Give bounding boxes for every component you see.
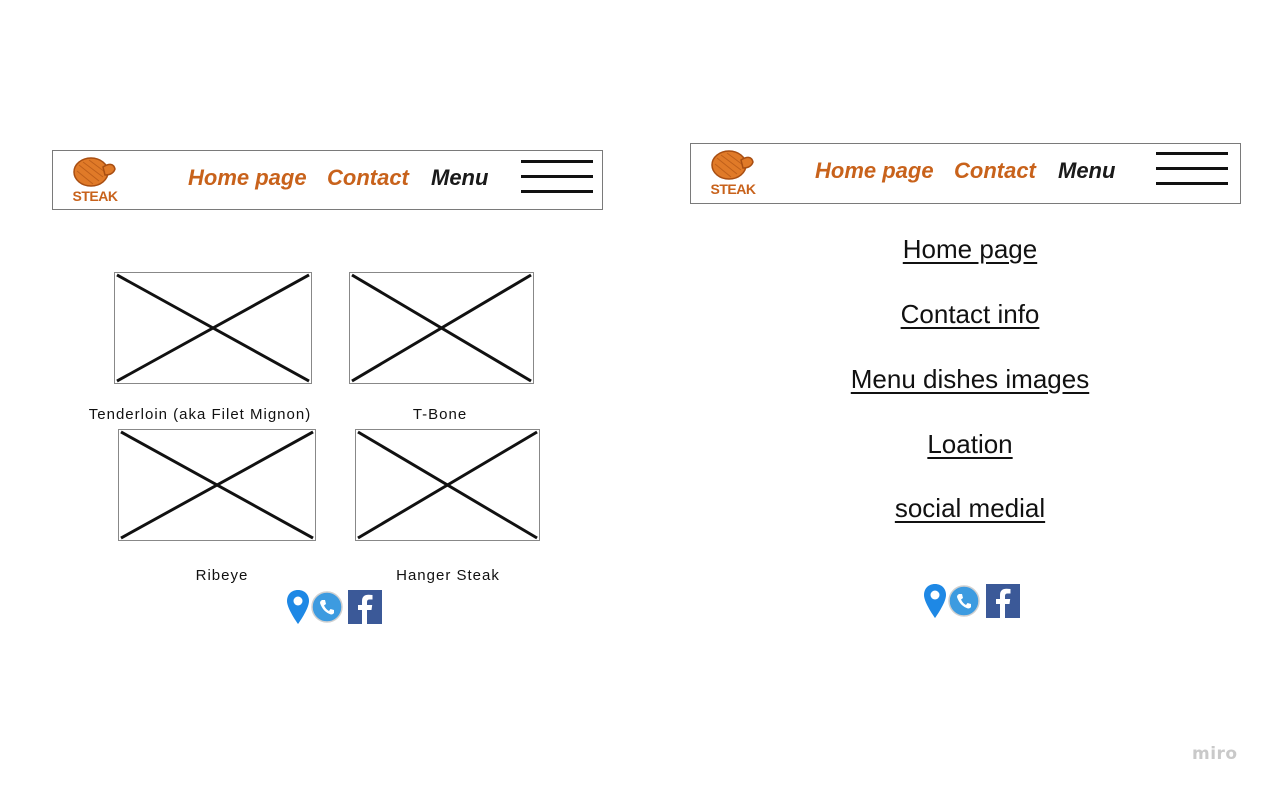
navbar-left: STEAK Home page Contact Menu [52,150,603,210]
nav-menu-link[interactable]: Menu [1058,158,1115,184]
dish-image-placeholder [118,429,316,541]
dish-caption: Tenderloin (aka Filet Mignon) [88,406,312,423]
logo-text: STEAK [710,181,756,197]
steak-logo-icon [73,157,116,187]
navbar-right: STEAK Home page Contact Menu [690,143,1241,204]
hamburger-menu-icon[interactable] [521,160,593,194]
phone-icon[interactable] [948,585,980,617]
dish-caption: Ribeye [195,567,249,584]
nav-home-link[interactable]: Home page [188,165,307,191]
dish-image-placeholder [349,272,534,384]
facebook-icon[interactable] [348,590,382,624]
steak-logo[interactable]: STEAK [69,155,129,203]
steak-logo[interactable]: STEAK [707,148,767,196]
phone-icon[interactable] [311,591,343,623]
nav-contact-link[interactable]: Contact [327,165,409,191]
miro-watermark: miro [1192,744,1238,764]
nav-home-link[interactable]: Home page [815,158,934,184]
logo-text: STEAK [72,188,118,204]
dish-image-placeholder [114,272,312,384]
location-pin-icon[interactable] [286,589,310,625]
menu-item-menu-dishes-images[interactable]: Menu dishes images [820,364,1120,394]
menu-item-contact-info[interactable]: Contact info [820,299,1120,329]
menu-item-location[interactable]: Loation [820,429,1120,459]
dish-image-placeholder [355,429,540,541]
nav-menu-link[interactable]: Menu [431,165,488,191]
menu-item-social-media[interactable]: social medial [820,493,1120,523]
hamburger-menu-icon[interactable] [1156,152,1228,186]
menu-item-home-page[interactable]: Home page [820,234,1120,264]
nav-contact-link[interactable]: Contact [954,158,1036,184]
steak-logo-icon [711,150,754,180]
facebook-icon[interactable] [986,584,1020,618]
dish-caption: T-Bone [412,406,468,423]
dish-caption: Hanger Steak [396,567,500,584]
location-pin-icon[interactable] [923,583,947,619]
